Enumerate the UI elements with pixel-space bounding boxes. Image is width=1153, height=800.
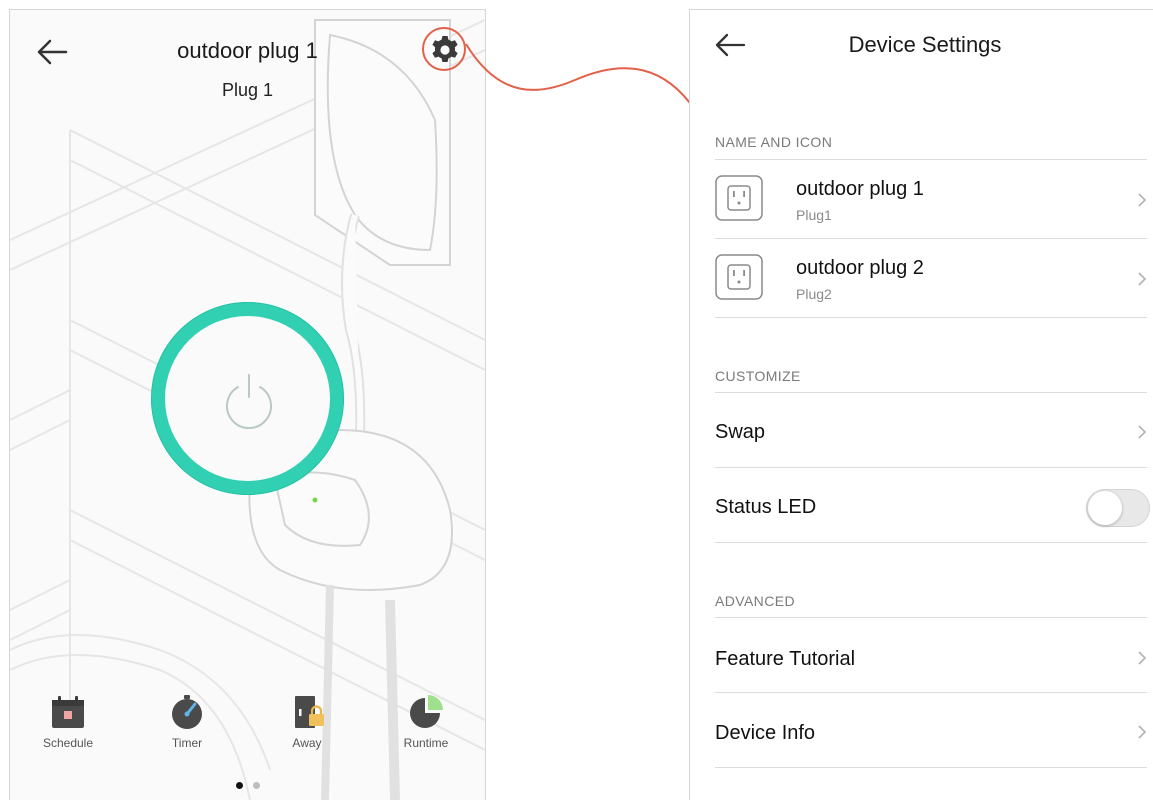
- nav-away[interactable]: Away: [262, 694, 352, 750]
- chevron-right-icon: [1138, 725, 1147, 739]
- bottom-nav: Schedule Timer Away Runtime: [10, 694, 485, 754]
- outlet-icon: [715, 175, 763, 221]
- status-led-label: Status LED: [715, 496, 817, 518]
- device-name: outdoor plug 1: [796, 178, 924, 200]
- device-row-plug-1[interactable]: outdoor plug 1 Plug1: [715, 160, 1147, 238]
- power-icon: [226, 374, 272, 430]
- calendar-icon: [52, 696, 84, 728]
- outlet-icon: [715, 254, 763, 300]
- device-control-screen: outdoor plug 1 Plug 1 Schedule Timer Awa…: [9, 9, 486, 800]
- power-button-face: [165, 316, 330, 481]
- chevron-right-icon: [1138, 651, 1147, 665]
- device-sub: Plug1: [796, 207, 832, 223]
- nav-timer[interactable]: Timer: [142, 694, 232, 750]
- device-settings-screen: Device Settings NAME AND ICON outdoor pl…: [689, 9, 1153, 800]
- feature-tutorial-row[interactable]: Feature Tutorial: [715, 618, 1147, 692]
- device-row-plug-2[interactable]: outdoor plug 2 Plug2: [715, 239, 1147, 317]
- section-header-customize: CUSTOMIZE: [715, 368, 801, 384]
- door-lock-icon: [295, 696, 324, 728]
- divider: [715, 317, 1147, 318]
- nav-timer-label: Timer: [171, 736, 203, 750]
- nav-schedule-label: Schedule: [42, 736, 94, 750]
- nav-runtime[interactable]: Runtime: [381, 694, 471, 750]
- stopwatch-icon: [172, 695, 202, 729]
- device-title: outdoor plug 1: [177, 38, 318, 63]
- device-info-row[interactable]: Device Info: [715, 693, 1147, 767]
- device-sub: Plug2: [796, 286, 832, 302]
- toggle-knob: [1088, 491, 1122, 525]
- page-indicator: [10, 776, 485, 794]
- pie-chart-icon: [410, 695, 443, 728]
- swap-label: Swap: [715, 421, 766, 443]
- chevron-right-icon: [1138, 193, 1147, 207]
- chevron-right-icon: [1138, 425, 1147, 439]
- status-led-row: Status LED: [715, 468, 1150, 542]
- page-dot-active: [235, 782, 243, 789]
- page-dot: [252, 782, 260, 789]
- nav-schedule[interactable]: Schedule: [23, 694, 113, 750]
- divider: [715, 542, 1147, 543]
- device-subtitle: Plug 1: [221, 80, 274, 100]
- chevron-right-icon: [1138, 272, 1147, 286]
- feature-tutorial-label: Feature Tutorial: [715, 648, 856, 670]
- nav-runtime-label: Runtime: [403, 736, 449, 750]
- device-name: outdoor plug 2: [796, 257, 924, 279]
- section-header-name-and-icon: NAME AND ICON: [715, 134, 833, 150]
- page-title: Device Settings: [848, 32, 1002, 57]
- divider: [715, 767, 1147, 768]
- device-info-label: Device Info: [715, 722, 816, 744]
- highlight-circle: [422, 27, 466, 71]
- section-header-advanced: ADVANCED: [715, 593, 795, 609]
- status-led-toggle[interactable]: [1086, 489, 1150, 527]
- nav-away-label: Away: [292, 736, 322, 750]
- swap-row[interactable]: Swap: [715, 393, 1147, 467]
- power-button[interactable]: [151, 302, 344, 495]
